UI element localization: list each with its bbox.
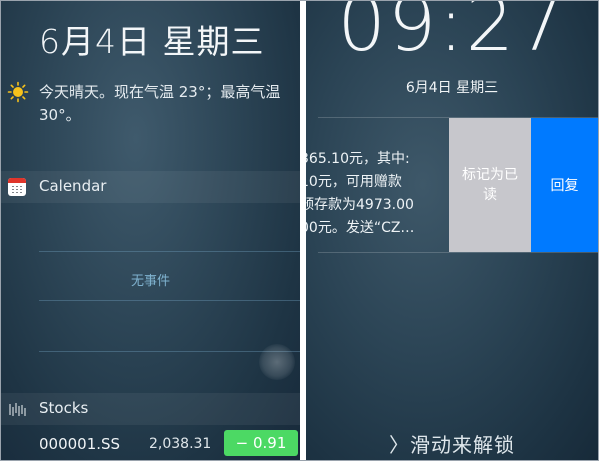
- calendar-divider: [39, 300, 300, 301]
- stock-price: 2,038.31: [149, 436, 212, 452]
- calendar-divider: [39, 251, 300, 252]
- assistive-touch-button[interactable]: [259, 344, 295, 380]
- slide-to-unlock[interactable]: 〉滑动来解锁: [306, 429, 598, 458]
- mark-as-read-button[interactable]: 标记为已读: [449, 118, 531, 252]
- mark-as-read-label: 标记为已读: [462, 167, 518, 203]
- notification-line: 00元。发送“CZ…: [306, 220, 415, 236]
- today-date: 6月4日 星期三: [39, 22, 265, 61]
- notification-line: 预存款为4973.00: [306, 197, 414, 213]
- notification-center-panel: 6月4日 星期三 今天晴天。现在气温 23°；最高气温 30°。 Calenda…: [1, 1, 300, 460]
- screenshot-frame: 6月4日 星期三 今天晴天。现在气温 23°；最高气温 30°。 Calenda…: [0, 0, 599, 461]
- lock-screen-panel: 09:27 6月4日 星期三 365.10元，其中: 10元，可用赠款 预存款为…: [306, 1, 598, 460]
- no-events-label: 无事件: [130, 274, 170, 289]
- stock-ticker: 000001.SS: [39, 435, 121, 453]
- notification-divider: [318, 252, 598, 253]
- lock-clock: 09:27: [337, 1, 567, 68]
- stocks-title: Stocks: [39, 399, 89, 417]
- sun-icon: [7, 81, 29, 103]
- stock-row[interactable]: 000001.SS 2,038.31 − 0.91: [1, 426, 300, 460]
- notification-message[interactable]: 365.10元，其中: 10元，可用赠款 预存款为4973.00 00元。发送“…: [306, 148, 450, 240]
- stock-change-badge[interactable]: − 0.91: [224, 430, 298, 456]
- calendar-header[interactable]: Calendar: [1, 171, 300, 203]
- reply-button[interactable]: 回复: [531, 118, 598, 252]
- calendar-title: Calendar: [39, 177, 107, 195]
- weather-summary: 今天晴天。现在气温 23°；最高气温 30°。: [39, 83, 281, 124]
- calendar-icon: [8, 178, 26, 196]
- lock-date: 6月4日 星期三: [405, 80, 499, 96]
- stocks-icon: [9, 403, 26, 416]
- stocks-header[interactable]: Stocks: [1, 393, 300, 425]
- notification-line: 365.10元，其中:: [306, 151, 410, 167]
- notification-line: 10元，可用赠款: [306, 174, 402, 190]
